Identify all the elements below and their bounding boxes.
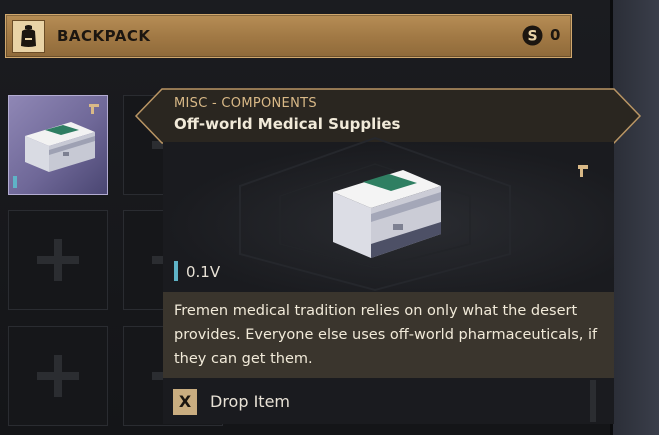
item-category: MISC - COMPONENTS xyxy=(174,96,317,111)
component-icon xyxy=(578,165,588,177)
backpack-header: BACKPACK S 0 xyxy=(5,14,572,58)
side-scroll-area xyxy=(610,0,659,435)
solari-coin-icon: S xyxy=(522,25,543,46)
scrollbar[interactable] xyxy=(590,380,596,422)
inventory-slot-5[interactable] xyxy=(8,326,108,426)
volume-bar xyxy=(174,261,178,281)
backpack-icon xyxy=(12,20,45,53)
svg-text:S: S xyxy=(527,29,537,45)
item-description: Fremen medical tradition relies on only … xyxy=(174,303,598,367)
durability-bar xyxy=(13,176,17,188)
inventory-slot-1[interactable] xyxy=(8,95,108,195)
medical-crate-icon xyxy=(25,122,95,172)
currency-value: 0 xyxy=(550,26,561,44)
item-volume: 0.1V xyxy=(186,263,221,281)
component-icon xyxy=(89,104,99,114)
item-name: Off-world Medical Supplies xyxy=(174,115,401,133)
header-title: BACKPACK xyxy=(57,27,151,45)
drop-key-prompt[interactable]: X xyxy=(173,389,197,415)
inventory-slot-3[interactable] xyxy=(8,210,108,310)
medical-crate-image xyxy=(333,170,441,258)
drop-item-label[interactable]: Drop Item xyxy=(210,392,290,411)
